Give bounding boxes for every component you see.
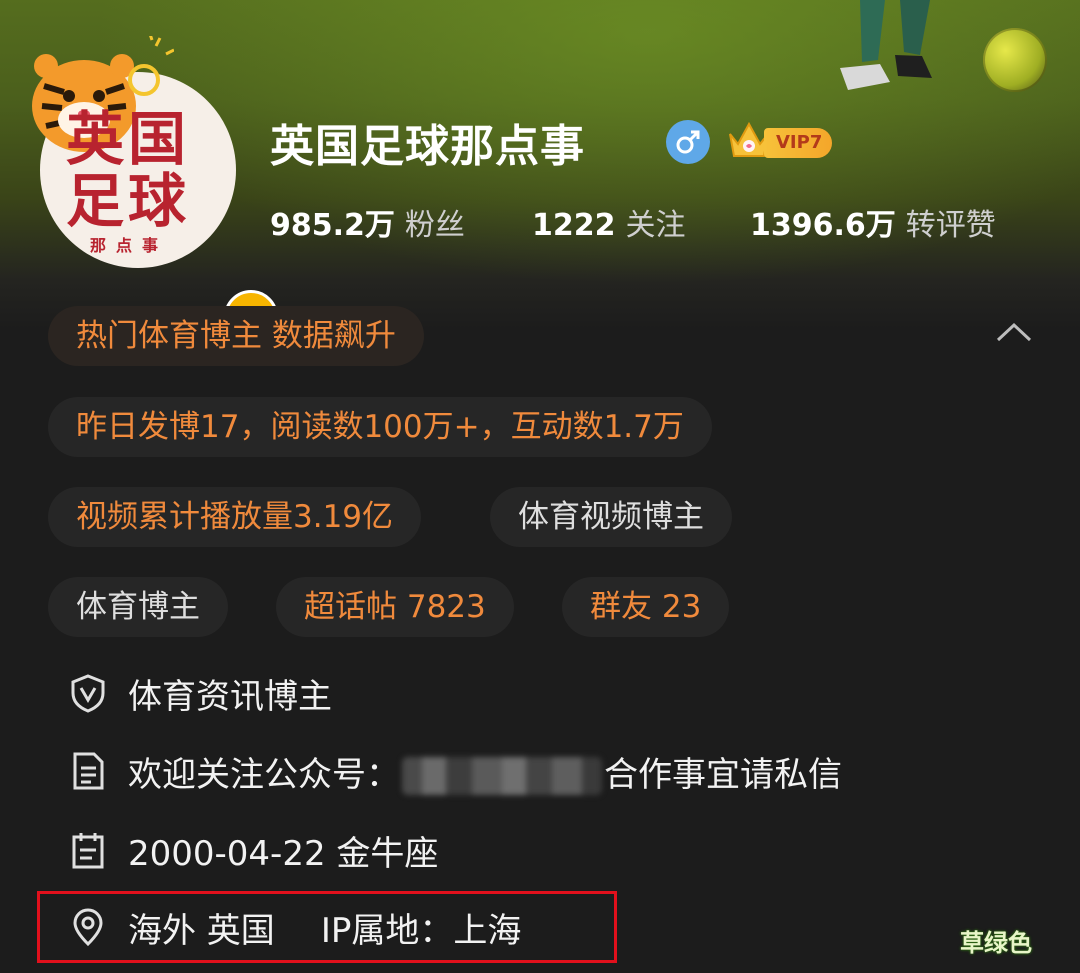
super-topic-tag[interactable]: 超话帖 7823 [276,577,514,637]
group-friends-tag[interactable]: 群友 23 [562,577,730,637]
highlight-annotation-box [37,891,617,963]
document-icon [73,752,104,790]
stat-value: 985.2万 [270,208,395,243]
chevron-up-icon[interactable] [996,320,1032,344]
avatar-text: 英国 足球 [66,105,191,235]
verification-text: 体育资讯博主 [128,676,332,717]
bio-prefix: 欢迎关注公众号： [128,754,400,795]
stat-interactions[interactable]: 1396.6万 转评赞 [750,200,996,244]
profile-name: 英国足球那点事 [270,121,585,172]
soccer-ball-image [983,28,1047,92]
avatar[interactable]: 英国 足球 那点事 V [32,36,278,344]
sports-blogger-tag[interactable]: 体育博主 [48,577,228,637]
video-plays-tag[interactable]: 视频累计播放量3.19亿 [48,487,422,547]
verification-row: 体育资讯博主 [68,668,332,718]
calendar-icon [72,833,104,869]
watermark: 草绿色 [960,929,1032,957]
bio-row: 欢迎关注公众号： 合作事宜请私信 [68,746,842,796]
avatar-subtext: 那点事 [90,236,169,255]
male-icon [666,120,710,164]
player-legs-image [840,0,932,90]
vip-badge[interactable]: VIP7 [764,128,833,158]
shield-v-icon [71,674,105,713]
yesterday-stats-tag[interactable]: 昨日发博17，阅读数100万+，互动数1.7万 [48,397,712,457]
birthday-row: 2000-04-22 金牛座 [68,825,438,875]
stat-label: 转评赞 [905,208,996,243]
bio-suffix: 合作事宜请私信 [604,754,842,795]
stat-label: 粉丝 [404,208,465,243]
blurred-account-name [402,757,602,795]
bio-text: 欢迎关注公众号： 合作事宜请私信 [128,747,842,796]
birthday-text: 2000-04-22 金牛座 [128,833,439,874]
stat-label: 关注 [625,208,686,243]
stat-value: 1222 [532,208,616,243]
stat-value: 1396.6万 [750,208,896,243]
video-blogger-tag[interactable]: 体育视频博主 [490,487,732,547]
stat-following[interactable]: 1222 关注 [532,200,686,244]
hot-blogger-tag[interactable]: 热门体育博主 数据飙升 [48,306,424,366]
stat-followers[interactable]: 985.2万 粉丝 [270,200,465,244]
